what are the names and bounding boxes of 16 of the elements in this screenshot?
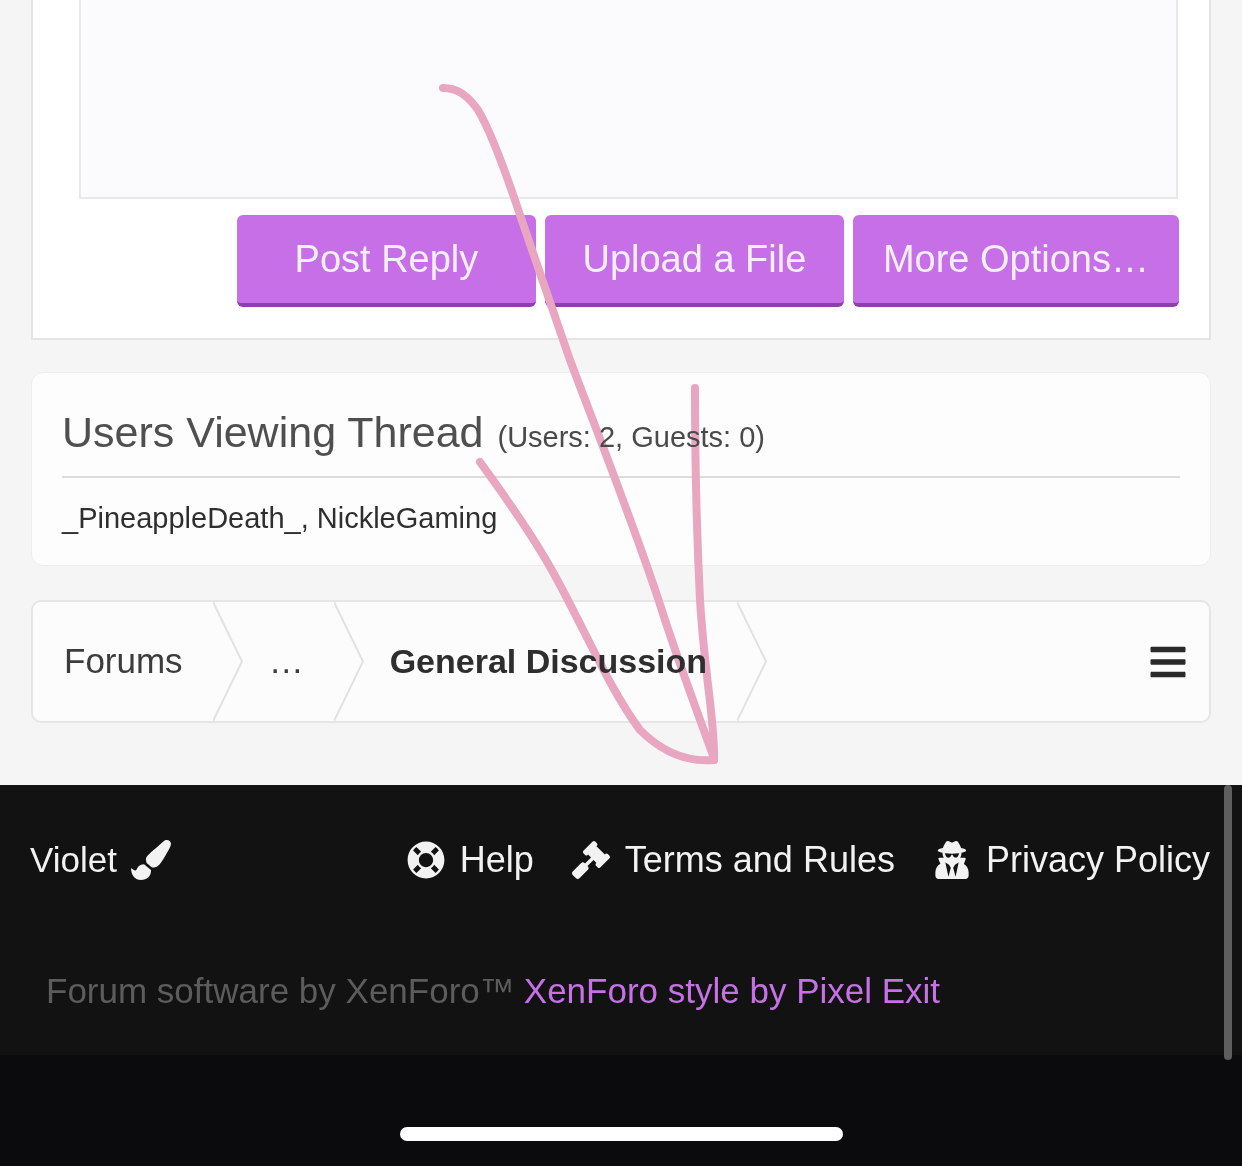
spy-icon — [932, 841, 971, 879]
user-list: _PineappleDeath_, NickleGaming — [62, 501, 498, 534]
gavel-icon — [571, 841, 610, 879]
style-chooser-link[interactable]: Violet — [30, 833, 171, 887]
paintbrush-icon — [130, 840, 171, 880]
message-input-field[interactable] — [79, 0, 1178, 199]
user-counts: (Users: 2, Guests: 0) — [497, 420, 765, 455]
breadcrumb-link[interactable]: Forums — [64, 635, 183, 688]
lifebuoy-icon — [406, 841, 445, 879]
footer-link[interactable]: Help — [406, 833, 534, 887]
panel-title: Users Viewing Thread — [62, 407, 484, 457]
footer-link[interactable]: Terms and Rules — [571, 833, 895, 887]
footer-link[interactable]: Privacy Policy — [932, 833, 1210, 887]
style-credit-link[interactable]: XenForo style by Pixel Exit — [523, 965, 941, 1018]
breadcrumb-link[interactable]: General Discussion — [389, 636, 708, 687]
breadcrumb-link[interactable]: … — [268, 635, 304, 688]
